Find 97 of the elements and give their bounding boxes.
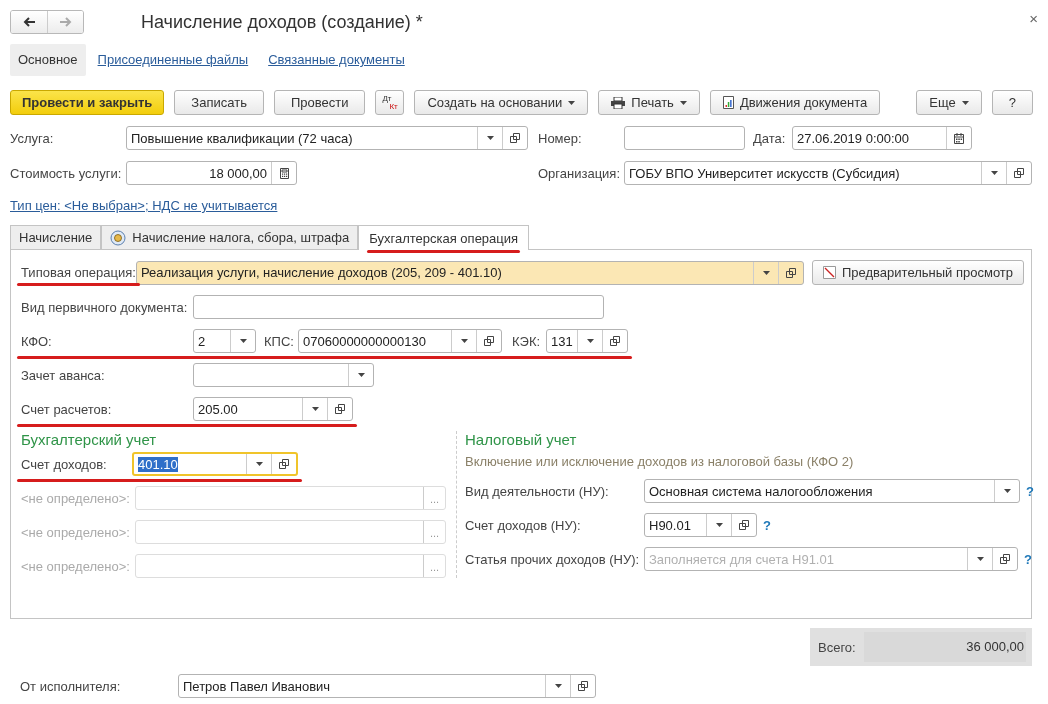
caret-icon <box>486 136 494 140</box>
input-field[interactable]: Основная система налогообложения <box>644 479 1020 503</box>
caret-icon <box>715 523 723 527</box>
field-label: Типовая операция: <box>21 265 136 280</box>
calculator-icon <box>279 167 289 179</box>
caret-icon <box>568 100 576 105</box>
toolbar-button[interactable]: Записать <box>174 90 264 115</box>
field-label: Стоимость услуги: <box>10 165 123 181</box>
caret-icon <box>1003 489 1011 493</box>
calendar-icon <box>954 132 964 144</box>
caret-icon <box>679 100 687 105</box>
emblem-icon <box>110 229 127 246</box>
left-arrow-icon <box>23 17 35 27</box>
help-link[interactable]: ? <box>1024 551 1032 567</box>
field-label: Вид первичного документа: <box>21 299 189 315</box>
input-field[interactable] <box>193 363 374 387</box>
section-title: Налоговый учет <box>465 431 578 450</box>
overlapping-squares-icon <box>510 133 520 143</box>
field-label: <не определено>: <box>21 524 131 540</box>
caret-icon <box>990 171 998 175</box>
back-button[interactable] <box>11 11 47 33</box>
toolbar-button[interactable]: Создать на основании <box>414 90 589 115</box>
toolbar-button[interactable]: Провести <box>273 90 366 115</box>
overlapping-squares-icon <box>786 267 796 278</box>
input-field[interactable] <box>193 295 604 319</box>
total-label: Всего: <box>818 639 856 655</box>
field-label: От исполнителя: <box>20 678 122 694</box>
input-field[interactable]: 18 000,00 <box>126 161 297 185</box>
caret-icon <box>357 373 365 377</box>
caret-icon <box>255 462 263 466</box>
section-tab[interactable]: Связанные документы <box>260 44 413 76</box>
toolbar-button[interactable]: Движения документа <box>709 90 881 115</box>
field-label: Услуга: <box>10 130 55 146</box>
price-type-link[interactable]: Тип цен: <Не выбран>; НДС не учитывается <box>10 198 278 213</box>
field-label: <не определено>: <box>21 490 131 506</box>
field-label: Счет доходов (НУ): <box>465 517 582 533</box>
document-chart-icon <box>722 96 734 109</box>
caret-icon <box>311 407 319 411</box>
overlapping-squares-icon <box>739 520 749 530</box>
caret-icon <box>762 270 770 275</box>
field-label: КПС: <box>264 333 295 349</box>
field-label: Статья прочих доходов (НУ): <box>465 551 641 567</box>
section-title: Бухгалтерский учет <box>21 431 158 450</box>
section-tab[interactable]: Основное <box>10 44 86 76</box>
caret-icon <box>239 339 247 343</box>
field-label: Организация: <box>538 165 622 181</box>
field-label: КЭК: <box>512 333 542 349</box>
input-field[interactable] <box>624 126 745 150</box>
overlapping-squares-icon <box>610 336 620 346</box>
field-label: Номер: <box>538 130 583 146</box>
field-label: Счет расчетов: <box>21 401 113 417</box>
printer-icon <box>611 96 626 109</box>
input-field[interactable]: Повышение квалификации (72 часа) <box>126 126 528 150</box>
input-field[interactable]: Реализация услуги, начисление доходов (205, 209 - 401.10) <box>136 260 804 285</box>
overlapping-squares-icon <box>1000 554 1010 564</box>
field-label: Вид деятельности (НУ): <box>465 483 610 499</box>
input-field[interactable]: Н90.01 <box>644 513 757 537</box>
caret-icon <box>961 100 969 105</box>
close-button[interactable]: × <box>1029 9 1038 27</box>
help-link[interactable]: ? <box>1026 483 1034 499</box>
toolbar-button[interactable]: Провести и закрыть <box>10 90 165 115</box>
note-text: Включение или исключение доходов из налоговой базы (КФО 2) <box>465 454 855 469</box>
preview-button[interactable]: Предварительный просмотр <box>812 260 1024 285</box>
section-tab[interactable]: Присоединенные файлы <box>89 44 257 76</box>
tab[interactable]: Начисление <box>10 225 102 249</box>
field-label: Дата: <box>753 130 787 146</box>
total-value: 36 000,00 <box>863 632 1026 662</box>
field-label: Счет доходов: <box>21 456 108 472</box>
overlapping-squares-icon <box>484 336 494 346</box>
caret-icon <box>586 339 594 343</box>
dt-kt-button[interactable]: Дт Кт <box>375 90 405 115</box>
input-field[interactable]: 205.00 <box>193 397 353 421</box>
toolbar-button[interactable]: Еще <box>916 90 982 115</box>
caret-icon <box>976 557 984 561</box>
input-field[interactable]: ГОБУ ВПО Университет искусств (Субсидия) <box>624 161 1032 185</box>
window-title: Начисление доходов (создание) * <box>141 11 423 33</box>
field-label: <не определено>: <box>21 558 131 574</box>
tab[interactable]: Бухгалтерская операция <box>358 225 530 250</box>
caret-icon <box>460 339 468 343</box>
toolbar-button[interactable]: ? <box>991 90 1033 115</box>
input-field[interactable]: 2 <box>193 329 256 353</box>
input-field[interactable]: 131 <box>546 329 628 353</box>
input-field[interactable]: Петров Павел Иванович <box>178 674 596 698</box>
input-field[interactable]: 401.10 <box>132 452 298 476</box>
overlapping-squares-icon <box>279 459 289 469</box>
input-field[interactable]: 27.06.2019 0:00:00 <box>792 126 972 150</box>
input-field[interactable]: 07060000000000130 <box>298 329 502 353</box>
help-link[interactable]: ? <box>763 517 771 533</box>
overlapping-squares-icon <box>335 404 345 414</box>
field-label: КФО: <box>21 333 53 349</box>
overlapping-squares-icon <box>578 681 588 691</box>
field-label: Зачет аванса: <box>21 367 106 383</box>
right-arrow-icon <box>59 17 72 27</box>
caret-icon <box>554 684 562 688</box>
overlapping-squares-icon <box>1014 168 1024 178</box>
tab[interactable]: Начисление налога, сбора, штрафа <box>101 225 359 249</box>
toolbar-button[interactable]: Печать <box>598 90 700 115</box>
